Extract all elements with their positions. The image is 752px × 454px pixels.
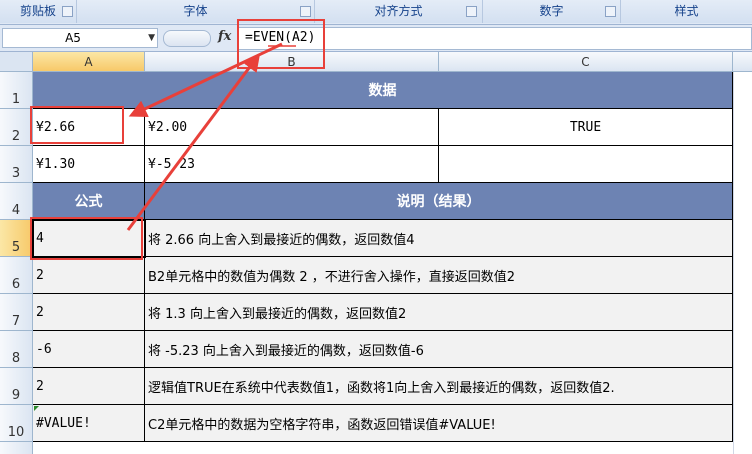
annotation-arrows xyxy=(126,42,296,231)
arrow-to-formula xyxy=(126,53,261,231)
arrow-to-a2 xyxy=(128,42,283,117)
